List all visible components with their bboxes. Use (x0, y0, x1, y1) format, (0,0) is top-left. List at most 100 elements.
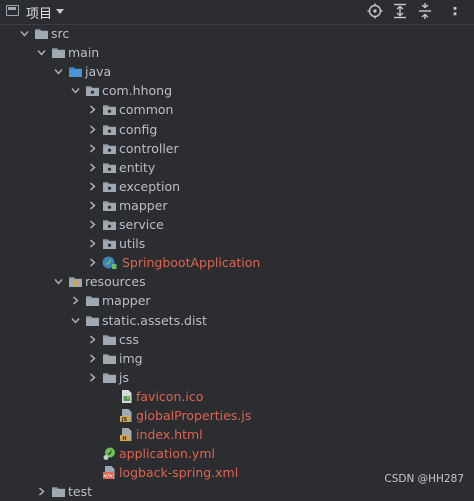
tree-node[interactable]: static.assets.dist (0, 311, 474, 330)
tree-node[interactable]: favicon.ico (0, 387, 474, 406)
html-file-icon: H (119, 427, 134, 442)
js-file-icon: JS (119, 408, 134, 423)
spring-class-icon (102, 255, 117, 270)
tree-node[interactable]: Hindex.html (0, 425, 474, 444)
tree-node[interactable]: img (0, 349, 474, 368)
tree-node-label: controller (119, 141, 179, 156)
chevron-right-icon[interactable] (88, 258, 97, 267)
tree-node[interactable]: java (0, 62, 474, 81)
folder-icon (51, 45, 66, 60)
xml-file-icon: </> (102, 465, 117, 480)
tree-node-label: src (51, 26, 70, 41)
tree-node[interactable]: application.yml (0, 444, 474, 463)
image-file-icon (119, 389, 134, 404)
tree-node[interactable]: JS globalProperties.js (0, 406, 474, 425)
chevron-right-icon[interactable] (88, 354, 97, 363)
tree-node-label: resources (85, 274, 146, 289)
chevron-right-icon[interactable] (88, 182, 97, 191)
tree-node-label: img (119, 351, 143, 366)
svg-text:H: H (122, 436, 126, 442)
chevron-right-icon[interactable] (88, 201, 97, 210)
tree-node-label: application.yml (119, 446, 215, 461)
chevron-down-icon[interactable] (37, 48, 46, 57)
tree-node[interactable]: SpringbootApplication (0, 253, 474, 272)
package-icon (85, 83, 100, 98)
chevron-right-icon[interactable] (88, 105, 97, 114)
tree-node[interactable]: resources (0, 272, 474, 291)
resources-folder-icon (68, 274, 83, 289)
tree-node[interactable]: controller (0, 139, 474, 158)
chevron-right-icon[interactable] (88, 335, 97, 344)
expand-all-icon[interactable] (391, 2, 409, 20)
tree-node[interactable]: src (0, 24, 474, 43)
tree-node-label: test (68, 484, 93, 499)
package-icon (102, 141, 117, 156)
tree-node-label: exception (119, 179, 181, 194)
tree-node-label: entity (119, 160, 156, 175)
package-icon (102, 198, 117, 213)
package-icon (102, 160, 117, 175)
chevron-right-icon[interactable] (88, 373, 97, 382)
tree-node-label: mapper (102, 293, 151, 308)
tree-node[interactable]: mapper (0, 196, 474, 215)
chevron-down-icon[interactable] (71, 316, 80, 325)
chevron-down-icon[interactable] (54, 67, 63, 76)
package-icon (102, 236, 117, 251)
tree-node[interactable]: mapper (0, 291, 474, 310)
tree-node[interactable]: js (0, 368, 474, 387)
folder-icon (85, 293, 100, 308)
project-view-icon (6, 5, 19, 16)
collapse-all-icon[interactable] (416, 2, 434, 20)
tree-node[interactable]: utils (0, 234, 474, 253)
tree-node-label: service (119, 217, 164, 232)
chevron-right-icon[interactable] (88, 220, 97, 229)
chevron-right-icon[interactable] (71, 296, 80, 305)
tree-node-label: mapper (119, 198, 168, 213)
chevron-down-icon[interactable] (54, 277, 63, 286)
folder-icon (85, 313, 100, 328)
folder-icon (102, 332, 117, 347)
tree-node[interactable]: service (0, 215, 474, 234)
svg-text:JS: JS (121, 417, 128, 423)
tree-node[interactable]: exception (0, 177, 474, 196)
tree-node[interactable]: main (0, 43, 474, 62)
tree-node-label: logback-spring.xml (119, 465, 239, 480)
project-view-title[interactable]: 项目 (26, 3, 52, 22)
yml-file-icon (102, 446, 117, 461)
chevron-down-icon[interactable] (71, 86, 80, 95)
svg-text:</>: </> (103, 474, 113, 480)
chevron-right-icon[interactable] (37, 487, 46, 496)
locate-icon[interactable] (366, 2, 384, 20)
tree-node-label: css (119, 332, 139, 347)
tree-node-label: main (68, 45, 100, 60)
package-icon (102, 179, 117, 194)
package-icon (102, 217, 117, 232)
package-icon (102, 122, 117, 137)
tree-node-label: config (119, 122, 158, 137)
package-icon (102, 102, 117, 117)
watermark: CSDN @HH287 (384, 473, 464, 485)
folder-icon (51, 484, 66, 499)
chevron-down-icon[interactable] (56, 9, 64, 14)
tree-node[interactable]: css (0, 330, 474, 349)
tree-node-label: SpringbootApplication (122, 255, 261, 270)
chevron-right-icon[interactable] (88, 125, 97, 134)
tree-node[interactable]: com.hhong (0, 81, 474, 100)
folder-icon (102, 351, 117, 366)
chevron-right-icon[interactable] (88, 239, 97, 248)
chevron-right-icon[interactable] (88, 163, 97, 172)
tree-node-label: com.hhong (102, 83, 173, 98)
project-tool-window: 项目 src main java com.hhong common config contr… (0, 0, 474, 499)
chevron-down-icon[interactable] (20, 29, 29, 38)
tree-node-label: globalProperties.js (136, 408, 252, 423)
tree-node[interactable]: common (0, 100, 474, 119)
gear-icon[interactable] (446, 3, 460, 21)
tree-node-label: java (85, 64, 112, 79)
tree-node[interactable]: config (0, 120, 474, 139)
folder-icon (102, 370, 117, 385)
chevron-right-icon[interactable] (88, 144, 97, 153)
tree-node-label: common (119, 102, 174, 117)
folder-icon (34, 26, 49, 41)
tree-node-label: favicon.ico (136, 389, 204, 404)
tree-node[interactable]: entity (0, 158, 474, 177)
